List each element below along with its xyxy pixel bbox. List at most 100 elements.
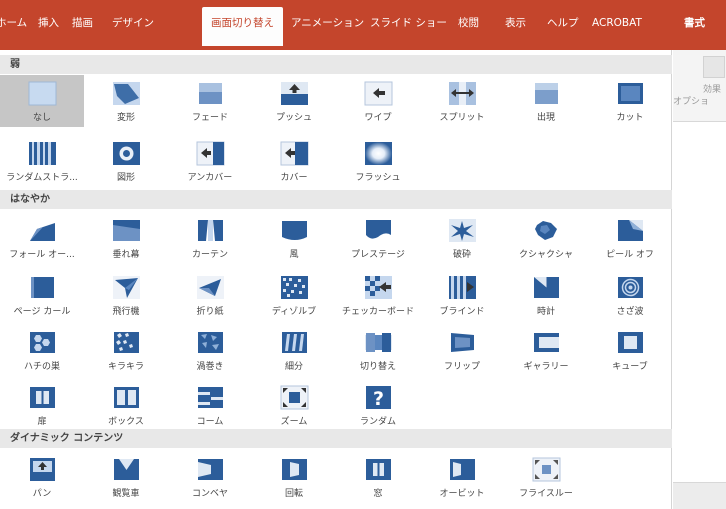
curtains-transition-icon bbox=[198, 220, 223, 241]
transition-label: キューブ bbox=[612, 362, 648, 372]
transition-item-doors[interactable]: 扉 bbox=[0, 379, 84, 431]
transition-item-glitter[interactable]: キラキラ bbox=[84, 324, 168, 376]
transition-label: 扉 bbox=[37, 417, 47, 427]
checkerboard-transition-icon bbox=[365, 276, 392, 299]
tab-review[interactable]: 校閲 bbox=[458, 0, 479, 46]
transition-label: フェード bbox=[191, 113, 228, 123]
transition-item-comb[interactable]: コーム bbox=[168, 379, 252, 431]
transition-item-dissolve[interactable]: ディゾルブ bbox=[252, 269, 336, 321]
tab-help[interactable]: ヘルプ bbox=[547, 0, 579, 46]
transition-item-prestige[interactable]: プレステージ bbox=[336, 212, 420, 264]
effect-options-button[interactable]: 効果 オプショ bbox=[673, 50, 726, 122]
transition-item-clock[interactable]: 時計 bbox=[504, 269, 588, 321]
transition-item-box[interactable]: ボックス bbox=[84, 379, 168, 431]
transition-item-fall-over[interactable]: フォール オー... bbox=[0, 212, 84, 264]
transition-item-orbit[interactable]: オービット bbox=[420, 451, 504, 503]
tab-home[interactable]: ホーム bbox=[0, 0, 27, 46]
transition-item-random-bars[interactable]: ランダムストラ... bbox=[0, 135, 84, 187]
section-header-dynamic-content: ダイナミック コンテンツ bbox=[0, 429, 672, 448]
tab-draw[interactable]: 描画 bbox=[72, 0, 93, 46]
fall-over-transition-icon bbox=[30, 223, 55, 241]
origami-transition-icon bbox=[197, 276, 224, 299]
fade-transition-icon bbox=[199, 83, 222, 104]
transition-label: 回転 bbox=[284, 489, 303, 499]
split-transition-icon bbox=[449, 82, 476, 105]
transition-label: キラキラ bbox=[107, 362, 144, 372]
tab-transitions[interactable]: 画面切り替え bbox=[202, 7, 283, 46]
tab-format[interactable]: 書式 bbox=[684, 0, 705, 46]
shape-transition-icon bbox=[113, 142, 140, 165]
transition-item-wind[interactable]: 風 bbox=[252, 212, 336, 264]
tab-view[interactable]: 表示 bbox=[505, 0, 526, 46]
tab-design[interactable]: デザイン bbox=[112, 0, 154, 46]
random-transition-icon: ? bbox=[366, 386, 391, 410]
transition-label: ブラインド bbox=[439, 307, 485, 317]
transition-label: ピール オフ bbox=[606, 250, 654, 260]
transition-item-flip[interactable]: フリップ bbox=[420, 324, 504, 376]
transition-item-cube[interactable]: キューブ bbox=[588, 324, 672, 376]
none-transition-icon bbox=[28, 81, 57, 106]
transition-item-flash[interactable]: フラッシュ bbox=[336, 135, 420, 187]
transition-item-fade[interactable]: フェード bbox=[168, 75, 252, 127]
tab-animations[interactable]: アニメーション bbox=[291, 0, 364, 46]
transition-label: ランダムストラ... bbox=[6, 173, 78, 183]
morph-transition-icon bbox=[113, 82, 140, 105]
wind-transition-icon bbox=[282, 221, 307, 240]
transition-item-zoom[interactable]: ズーム bbox=[252, 379, 336, 431]
transition-label: カバー bbox=[280, 173, 308, 183]
transition-label: なし bbox=[32, 113, 51, 123]
status-strip bbox=[673, 482, 726, 509]
transition-item-morph[interactable]: 変形 bbox=[84, 75, 168, 127]
flash-transition-icon bbox=[365, 142, 392, 165]
transition-item-none[interactable]: なし bbox=[0, 75, 84, 127]
gallery-transition-icon bbox=[534, 333, 559, 352]
transition-item-fracture[interactable]: 破砕 bbox=[420, 212, 504, 264]
crush-transition-icon bbox=[535, 221, 557, 240]
transition-item-shape[interactable]: 図形 bbox=[84, 135, 168, 187]
tab-acrobat[interactable]: ACROBAT bbox=[592, 0, 642, 46]
transition-item-origami[interactable]: 折り紙 bbox=[168, 269, 252, 321]
fly-through-transition-icon bbox=[532, 457, 561, 482]
transition-item-pan[interactable]: パン bbox=[0, 451, 84, 503]
right-ribbon-area: 効果 オプショ bbox=[673, 50, 726, 509]
transition-label: フォール オー... bbox=[9, 250, 75, 260]
cover-transition-icon bbox=[280, 141, 309, 166]
shred-transition-icon bbox=[282, 332, 307, 353]
transition-item-window[interactable]: 窓 bbox=[336, 451, 420, 503]
transition-item-fly-through[interactable]: フライスルー bbox=[504, 451, 588, 503]
transition-label: 風 bbox=[289, 250, 299, 260]
transition-item-peel-off[interactable]: ピール オフ bbox=[588, 212, 672, 264]
transition-item-checkerboard[interactable]: チェッカーボード bbox=[336, 269, 420, 321]
transition-item-curtains[interactable]: カーテン bbox=[168, 212, 252, 264]
effect-options-label: 効果 オプショ bbox=[673, 85, 722, 107]
transition-label: フリップ bbox=[443, 362, 480, 372]
transition-item-crush[interactable]: クシャクシャ bbox=[504, 212, 588, 264]
transition-item-switch[interactable]: 切り替え bbox=[336, 324, 420, 376]
transition-item-cover[interactable]: カバー bbox=[252, 135, 336, 187]
slide-area bbox=[673, 122, 726, 509]
transition-item-drape[interactable]: 垂れ幕 bbox=[84, 212, 168, 264]
switch-transition-icon bbox=[365, 333, 392, 352]
transition-label: チェッカーボード bbox=[341, 307, 414, 317]
transition-item-push[interactable]: プッシュ bbox=[252, 75, 336, 127]
transition-item-airplane[interactable]: 飛行機 bbox=[84, 269, 168, 321]
transition-item-random[interactable]: ? ランダム bbox=[336, 379, 420, 431]
transition-item-ferris-wheel[interactable]: 観覧車 bbox=[84, 451, 168, 503]
transition-item-wipe[interactable]: ワイプ bbox=[336, 75, 420, 127]
transition-item-shred[interactable]: 細分 bbox=[252, 324, 336, 376]
transition-item-split[interactable]: スプリット bbox=[420, 75, 504, 127]
tab-insert[interactable]: 挿入 bbox=[38, 0, 59, 46]
transition-item-reveal[interactable]: 出現 bbox=[504, 75, 588, 127]
tab-slide-show[interactable]: スライド ショー bbox=[370, 0, 447, 46]
transition-item-ripple[interactable]: さざ波 bbox=[588, 269, 672, 321]
transition-item-blinds[interactable]: ブラインド bbox=[420, 269, 504, 321]
transition-item-vortex[interactable]: 渦巻き bbox=[168, 324, 252, 376]
transition-item-conveyor[interactable]: コンベヤ bbox=[168, 451, 252, 503]
transition-item-uncover[interactable]: アンカバー bbox=[168, 135, 252, 187]
transition-item-gallery[interactable]: ギャラリー bbox=[504, 324, 588, 376]
zoom-transition-icon bbox=[280, 385, 309, 410]
transition-item-rotate[interactable]: 回転 bbox=[252, 451, 336, 503]
transition-item-page-curl[interactable]: ページ カール bbox=[0, 269, 84, 321]
transition-item-cut[interactable]: カット bbox=[588, 75, 672, 127]
transition-item-honeycomb[interactable]: ハチの巣 bbox=[0, 324, 84, 376]
